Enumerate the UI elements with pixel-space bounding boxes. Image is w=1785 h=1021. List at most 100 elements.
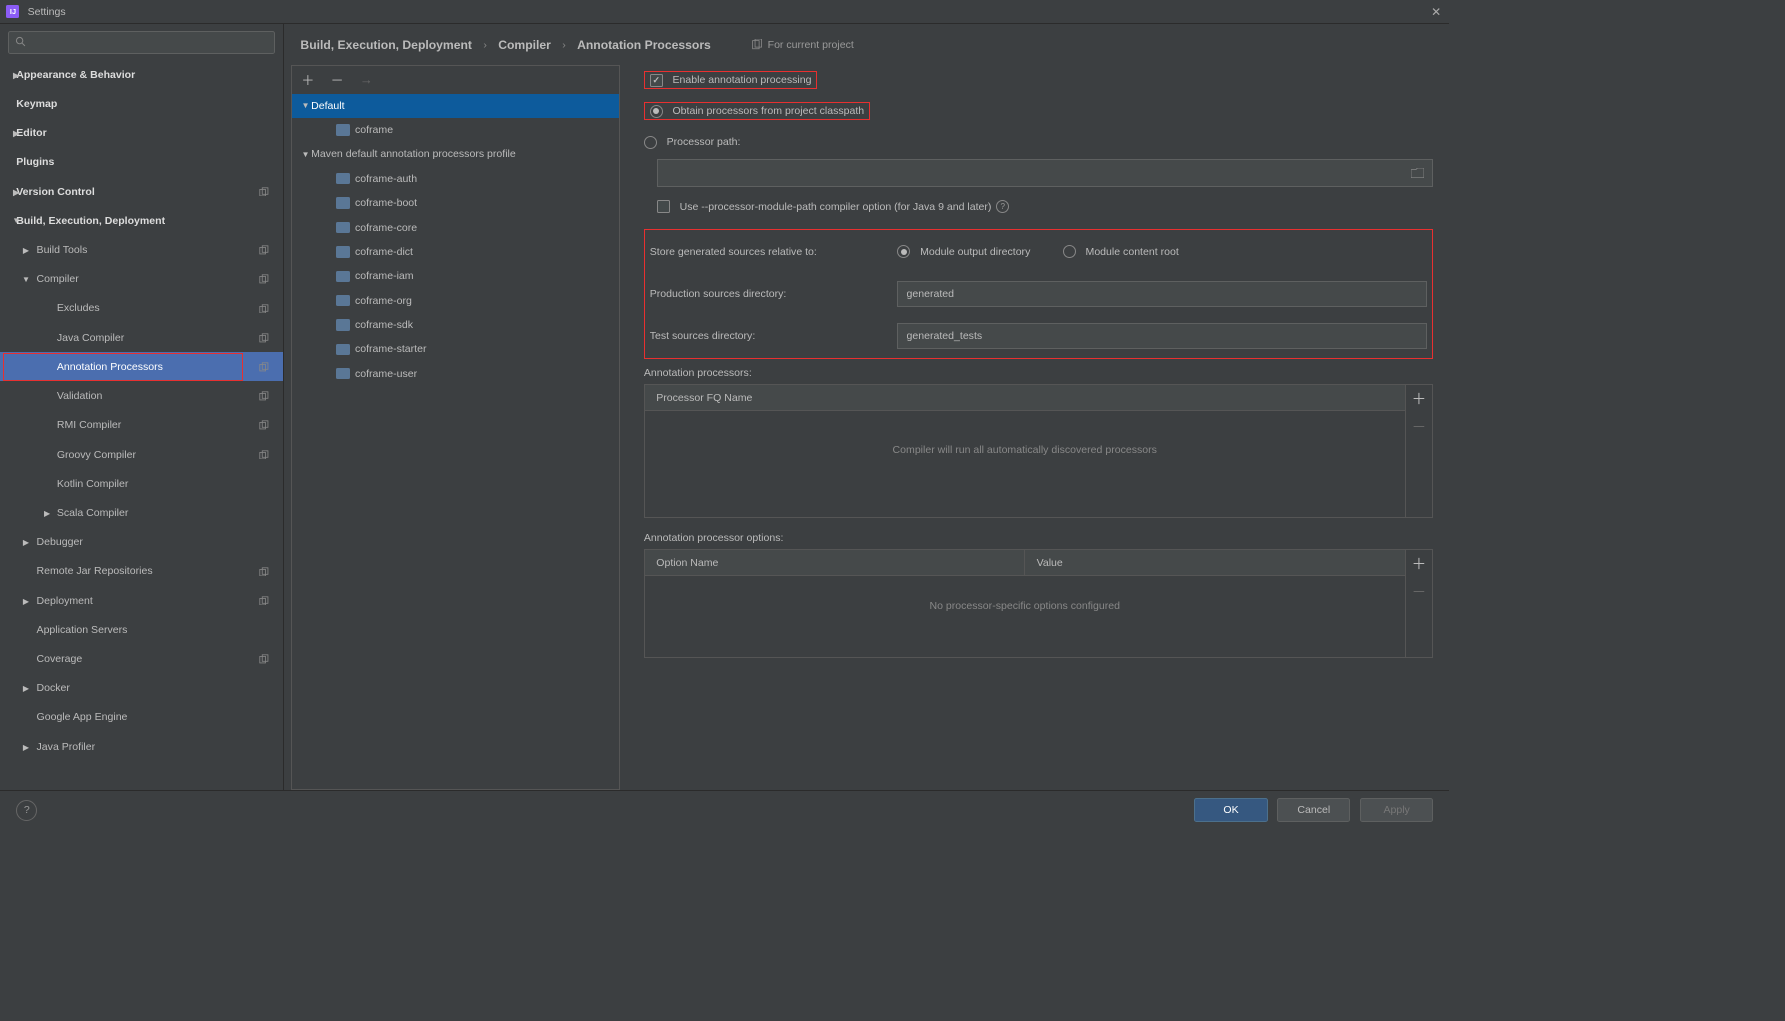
sidebar-item[interactable]: ▶Version Control	[0, 177, 283, 206]
profile-tree-item[interactable]: coframe-boot	[292, 191, 619, 215]
expand-icon: ▶	[39, 508, 55, 518]
sidebar-item[interactable]: ▼Compiler	[0, 265, 283, 294]
sidebar-item[interactable]: ▶Scala Compiler	[0, 498, 283, 527]
add-profile-button[interactable]: ＋	[301, 70, 314, 89]
close-icon[interactable]: ✕	[1431, 5, 1441, 19]
remove-profile-button[interactable]: －	[331, 70, 344, 89]
sidebar-item-label: Deployment	[37, 595, 93, 607]
breadcrumb: Build, Execution, Deployment › Compiler …	[284, 24, 1449, 65]
options-table[interactable]: Option Name Value No processor-specific …	[644, 549, 1406, 658]
expand-icon: ▶	[18, 596, 34, 606]
search-input[interactable]	[8, 31, 275, 54]
tree-item-label: coframe-starter	[355, 343, 427, 355]
folder-icon	[336, 222, 351, 233]
profile-tree-item[interactable]: ▼Maven default annotation processors pro…	[292, 142, 619, 166]
enable-annotation-label: Enable annotation processing	[672, 74, 811, 86]
sidebar-item-label: Validation	[57, 390, 103, 402]
help-button[interactable]: ?	[16, 800, 37, 821]
sidebar-item[interactable]: Plugins	[0, 148, 283, 177]
apply-button[interactable]: Apply	[1360, 798, 1433, 822]
sidebar-item-label: Debugger	[37, 536, 83, 548]
profile-tree-item[interactable]: coframe-core	[292, 215, 619, 239]
module-output-radio[interactable]	[897, 245, 910, 258]
sidebar-item-label: Build Tools	[37, 244, 88, 256]
expand-icon: ▶	[0, 128, 32, 138]
sidebar-item[interactable]: Java Compiler	[0, 323, 283, 352]
tree-item-label: coframe-sdk	[355, 319, 413, 331]
profile-tree-item[interactable]: coframe-org	[292, 288, 619, 312]
browse-icon[interactable]	[1411, 168, 1424, 178]
sidebar-item[interactable]: Google App Engine	[0, 703, 283, 732]
add-option-button[interactable]: ＋	[1406, 550, 1433, 578]
sidebar-item[interactable]: RMI Compiler	[0, 411, 283, 440]
chevron-right-icon: ›	[483, 39, 487, 51]
obtain-classpath-radio[interactable]	[650, 105, 663, 118]
remove-option-button: －	[1406, 578, 1433, 606]
ok-button[interactable]: OK	[1194, 798, 1267, 822]
profile-tree-item[interactable]: coframe-dict	[292, 240, 619, 264]
breadcrumb-1[interactable]: Build, Execution, Deployment	[300, 38, 472, 52]
tree-item-label: coframe-user	[355, 368, 417, 380]
sidebar-item[interactable]: Validation	[0, 381, 283, 410]
profile-tree-item[interactable]: coframe	[292, 118, 619, 142]
help-icon[interactable]: ?	[996, 200, 1009, 213]
profile-panel: ＋ － → ▼Defaultcoframe▼Maven default anno…	[291, 65, 620, 790]
settings-tree[interactable]: ▶Appearance & BehaviorKeymap▶EditorPlugi…	[0, 60, 283, 790]
ap-col: Processor FQ Name	[645, 385, 1405, 410]
copies-icon	[259, 333, 269, 343]
profile-tree-item[interactable]: coframe-user	[292, 362, 619, 386]
sidebar-item[interactable]: Kotlin Compiler	[0, 469, 283, 498]
sidebar-item[interactable]: ▶Deployment	[0, 586, 283, 615]
sidebar-item[interactable]: Annotation Processors	[0, 352, 283, 381]
sidebar-item[interactable]: Keymap	[0, 89, 283, 118]
store-label: Store generated sources relative to:	[650, 246, 898, 258]
enable-annotation-checkbox[interactable]	[650, 74, 663, 87]
sidebar-item[interactable]: ▶Java Profiler	[0, 732, 283, 761]
processor-path-input[interactable]	[657, 159, 1433, 187]
expand-icon: ▶	[0, 187, 32, 197]
opt-heading: Annotation processor options:	[644, 532, 1433, 544]
sidebar-item[interactable]: Remote Jar Repositories	[0, 557, 283, 586]
profile-tree-item[interactable]: ▼Default	[292, 94, 619, 118]
sidebar-item[interactable]: Groovy Compiler	[0, 440, 283, 469]
ap-empty-text: Compiler will run all automatically disc…	[645, 411, 1405, 517]
sidebar-item[interactable]: ▶Appearance & Behavior	[0, 60, 283, 89]
sidebar-item[interactable]: Application Servers	[0, 615, 283, 644]
profile-tree-item[interactable]: coframe-auth	[292, 167, 619, 191]
module-content-radio[interactable]	[1063, 245, 1076, 258]
profile-tree-item[interactable]: coframe-iam	[292, 264, 619, 288]
profile-tree[interactable]: ▼Defaultcoframe▼Maven default annotation…	[292, 94, 619, 790]
search-icon	[15, 36, 26, 47]
sidebar-item-label: Kotlin Compiler	[57, 478, 129, 490]
copies-icon	[259, 450, 269, 460]
window-title: Settings	[28, 6, 66, 18]
move-button: →	[360, 72, 373, 87]
sidebar-item[interactable]: ▶Debugger	[0, 528, 283, 557]
folder-icon	[336, 124, 351, 135]
module-path-checkbox[interactable]	[657, 200, 670, 213]
processors-table[interactable]: Processor FQ Name Compiler will run all …	[644, 384, 1406, 518]
app-icon: IJ	[6, 5, 19, 18]
opt-col2: Value	[1025, 550, 1404, 575]
processor-path-radio[interactable]	[644, 136, 657, 149]
breadcrumb-2[interactable]: Compiler	[498, 38, 551, 52]
test-dir-input[interactable]	[897, 323, 1427, 349]
sidebar-item[interactable]: ▶Docker	[0, 674, 283, 703]
sidebar-item[interactable]: Coverage	[0, 644, 283, 673]
sidebar-item-label: Coverage	[37, 653, 83, 665]
expand-icon: ▶	[18, 683, 34, 693]
test-dir-label: Test sources directory:	[650, 330, 898, 342]
copies-icon	[259, 567, 269, 577]
sidebar-item-label: Groovy Compiler	[57, 449, 136, 461]
prod-dir-input[interactable]	[897, 281, 1427, 307]
add-processor-button[interactable]: ＋	[1406, 385, 1433, 413]
sidebar-item[interactable]: Excludes	[0, 294, 283, 323]
profile-tree-item[interactable]: coframe-starter	[292, 337, 619, 361]
profile-tree-item[interactable]: coframe-sdk	[292, 313, 619, 337]
expand-icon: ▼	[0, 216, 32, 225]
sidebar-item[interactable]: ▼Build, Execution, Deployment	[0, 206, 283, 235]
sidebar-item[interactable]: ▶Build Tools	[0, 235, 283, 264]
sidebar-item-label: Remote Jar Repositories	[37, 565, 153, 577]
sidebar-item[interactable]: ▶Editor	[0, 119, 283, 148]
cancel-button[interactable]: Cancel	[1277, 798, 1350, 822]
